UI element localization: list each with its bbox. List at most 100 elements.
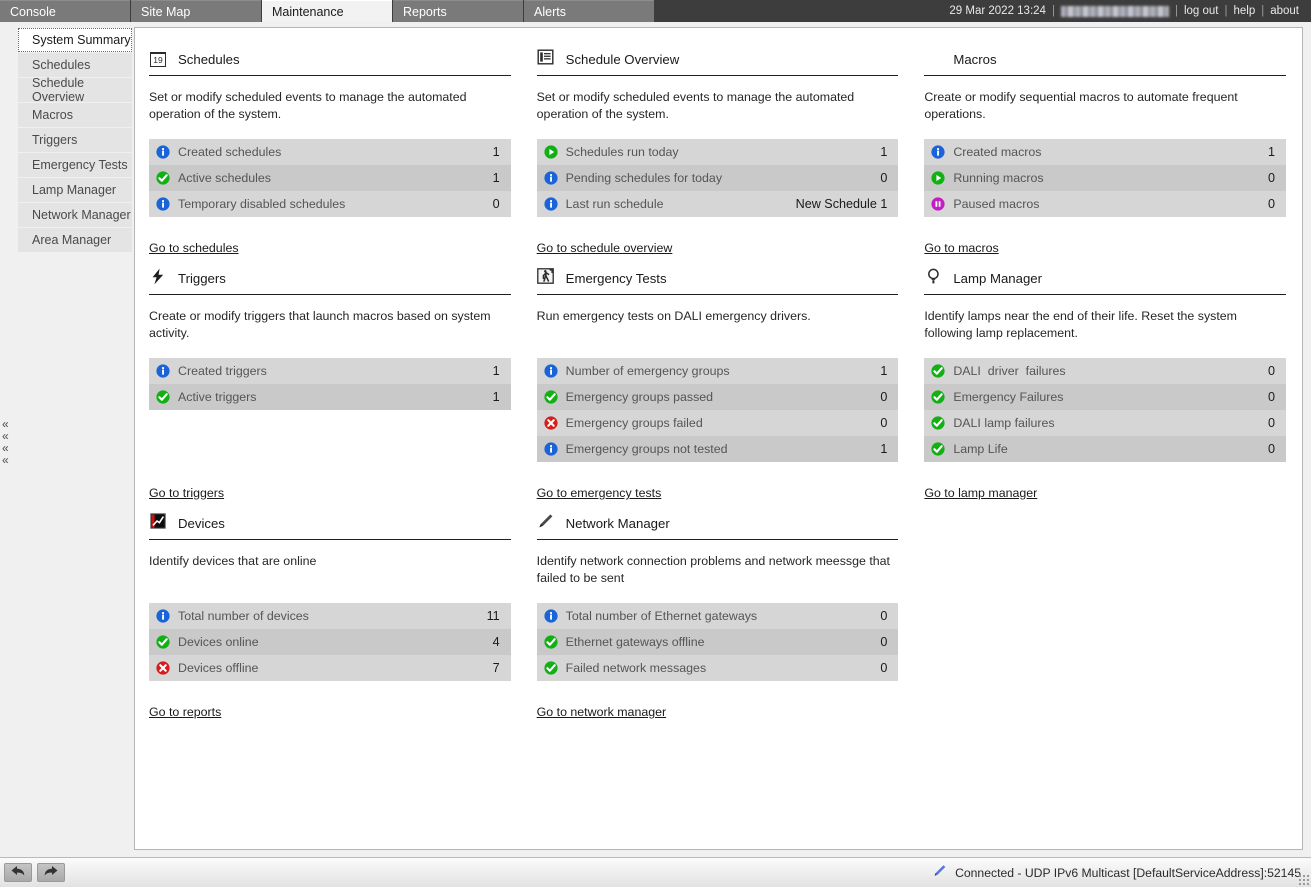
- stat-label: Devices online: [178, 635, 493, 649]
- panel-devices: DevicesIdentify devices that are onlineT…: [149, 510, 511, 721]
- stat-value: 0: [1268, 171, 1275, 185]
- list-document-icon: [537, 51, 555, 69]
- play-icon: [931, 171, 945, 185]
- panel-link-network-manager[interactable]: Go to network manager: [537, 705, 666, 719]
- stat-row: Paused macros0: [924, 191, 1286, 217]
- stat-value: 1: [493, 364, 500, 378]
- lamp-bulb-icon: [926, 268, 941, 290]
- stat-value: 1: [493, 171, 500, 185]
- sidebar-item-triggers[interactable]: Triggers: [18, 128, 132, 152]
- sidebar-item-area-manager[interactable]: Area Manager: [18, 228, 132, 252]
- panel-header: Devices: [149, 510, 511, 540]
- help-link[interactable]: help: [1227, 5, 1261, 17]
- sidebar-item-schedule-overview[interactable]: Schedule Overview: [18, 78, 132, 102]
- tab-maintenance[interactable]: Maintenance: [262, 0, 392, 22]
- panel-link-schedules[interactable]: Go to schedules: [149, 241, 239, 255]
- application-window: ConsoleSite MapMaintenanceReportsAlerts …: [0, 0, 1311, 887]
- stat-value: 0: [1268, 364, 1275, 378]
- panel-link-schedule-overview[interactable]: Go to schedule overview: [537, 241, 673, 255]
- error-icon: [156, 661, 170, 675]
- panel-title: Emergency Tests: [566, 271, 667, 286]
- panel-title: Devices: [178, 516, 225, 531]
- stat-value: New Schedule 1: [796, 197, 888, 211]
- stat-label: Schedules run today: [566, 145, 881, 159]
- success-icon: [931, 442, 945, 456]
- stat-row-list: Total number of devices11Devices online4…: [149, 603, 511, 681]
- panel-header: Lamp Manager: [924, 265, 1286, 295]
- panel-schedule-overview: Schedule OverviewSet or modify scheduled…: [537, 46, 899, 257]
- stat-label: Paused macros: [953, 197, 1268, 211]
- stat-value: 1: [880, 442, 887, 456]
- sidebar-item-macros[interactable]: Macros: [18, 103, 132, 127]
- sidebar-item-lamp-manager[interactable]: Lamp Manager: [18, 178, 132, 202]
- panel-link-macros[interactable]: Go to macros: [924, 241, 998, 255]
- stat-label: Total number of devices: [178, 609, 487, 623]
- stat-row-list: Created schedules1Active schedules1Tempo…: [149, 139, 511, 217]
- forward-button[interactable]: [37, 863, 65, 882]
- body-area: «««« System SummarySchedulesSchedule Ove…: [0, 22, 1311, 857]
- stat-label: Created macros: [953, 145, 1268, 159]
- stat-label: Ethernet gateways offline: [566, 635, 881, 649]
- back-button[interactable]: [4, 863, 32, 882]
- success-icon: [931, 390, 945, 404]
- panel-link-devices[interactable]: Go to reports: [149, 705, 221, 719]
- stat-label: Emergency groups not tested: [566, 442, 881, 456]
- sidebar-item-system-summary[interactable]: System Summary: [18, 28, 132, 52]
- stat-row: Failed network messages0: [537, 655, 899, 681]
- log-out-link[interactable]: log out: [1178, 5, 1225, 17]
- info-icon: [544, 442, 558, 456]
- stat-label: Devices offline: [178, 661, 493, 675]
- panel-triggers: TriggersCreate or modify triggers that l…: [149, 265, 511, 502]
- stat-value: 0: [880, 416, 887, 430]
- panel-title: Triggers: [178, 271, 226, 286]
- stat-value: 7: [493, 661, 500, 675]
- collapse-chevron-icon[interactable]: «: [2, 454, 9, 466]
- stat-row: Temporary disabled schedules0: [149, 191, 511, 217]
- info-icon: [156, 364, 170, 378]
- panel-description: Create or modify sequential macros to au…: [924, 89, 1286, 123]
- info-icon: [544, 197, 558, 211]
- stat-row-list: Total number of Ethernet gateways0 Ethern…: [537, 603, 899, 681]
- tab-reports[interactable]: Reports: [393, 0, 523, 22]
- stat-value: 1: [493, 390, 500, 404]
- stat-row: DALI driver failures0: [924, 358, 1286, 384]
- stat-row: Number of emergency groups1: [537, 358, 899, 384]
- panel-title: Lamp Manager: [953, 271, 1042, 286]
- left-rail: ««««: [0, 22, 16, 857]
- tab-console[interactable]: Console: [0, 0, 130, 22]
- lightning-bolt-icon: [149, 270, 167, 288]
- collapse-panel-chevrons[interactable]: ««««: [2, 418, 9, 466]
- calendar-19-icon: 19: [149, 51, 167, 69]
- resize-grip[interactable]: [1298, 874, 1310, 886]
- stat-label: Created triggers: [178, 364, 493, 378]
- panel-link-triggers[interactable]: Go to triggers: [149, 486, 224, 500]
- tab-alerts[interactable]: Alerts: [524, 0, 654, 22]
- info-icon: [544, 364, 558, 378]
- panel-header: Network Manager: [537, 510, 899, 540]
- stat-row: Emergency groups passed0: [537, 384, 899, 410]
- stat-label: DALI driver failures: [953, 364, 1268, 378]
- stat-row-list: DALI driver failures0Emergency Failures0…: [924, 358, 1286, 462]
- stat-value: 4: [493, 635, 500, 649]
- sidebar-item-network-manager[interactable]: Network Manager: [18, 203, 132, 227]
- panel-link-emergency-tests[interactable]: Go to emergency tests: [537, 486, 662, 500]
- sidebar-item-schedules[interactable]: Schedules: [18, 53, 132, 77]
- sidebar-item-emergency-tests[interactable]: Emergency Tests: [18, 153, 132, 177]
- username-redacted: [1061, 6, 1169, 17]
- calendar-19-icon: 19: [150, 52, 166, 67]
- stat-label: Failed network messages: [566, 661, 881, 675]
- stat-row: Created triggers1: [149, 358, 511, 384]
- about-link[interactable]: about: [1264, 5, 1305, 17]
- tab-site-map[interactable]: Site Map: [131, 0, 261, 22]
- stat-label: Pending schedules for today: [566, 171, 881, 185]
- emergency-exit-icon: [537, 268, 554, 289]
- stat-label: Running macros: [953, 171, 1268, 185]
- stat-label: Created schedules: [178, 145, 493, 159]
- stat-row: Total number of Ethernet gateways0: [537, 603, 899, 629]
- panel-header: Macros: [924, 46, 1286, 76]
- network-pen-icon: [932, 864, 947, 881]
- connection-status-text: Connected - UDP IPv6 Multicast [DefaultS…: [955, 866, 1301, 880]
- stat-row: Active triggers1: [149, 384, 511, 410]
- success-icon: [931, 416, 945, 430]
- panel-link-lamp-manager[interactable]: Go to lamp manager: [924, 486, 1037, 500]
